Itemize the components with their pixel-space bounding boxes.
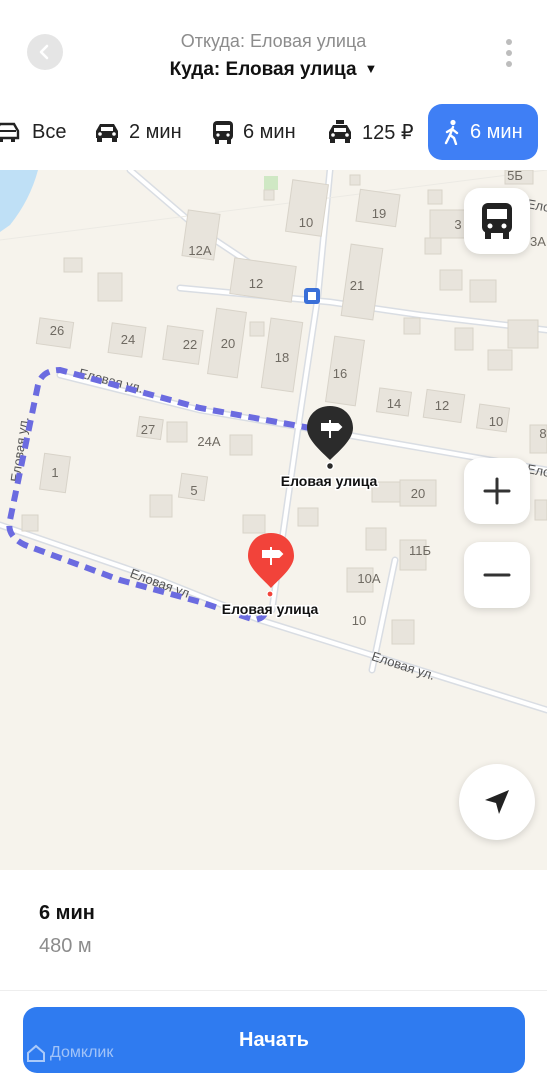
tab-walk[interactable]: 6 мин xyxy=(428,104,538,160)
house-number: 10А xyxy=(357,571,380,586)
map-view[interactable]: 10 19 12А 12 21 26 24 22 20 18 16 14 12 … xyxy=(0,170,547,870)
street-label: Еловая ул. xyxy=(370,648,437,683)
house-number: 21 xyxy=(350,278,364,293)
house-number: 12 xyxy=(249,276,263,291)
start-button-label: Начать xyxy=(239,1028,309,1051)
route-header: Откуда: Еловая улица Куда: Еловая улица ▼ xyxy=(0,0,547,100)
watermark-text: Домклик xyxy=(50,1044,114,1061)
caret-down-icon: ▼ xyxy=(364,61,378,76)
car-icon xyxy=(96,124,118,142)
house-number: 16 xyxy=(333,366,347,381)
minus-icon xyxy=(483,573,511,577)
tab-car[interactable]: 2 мин xyxy=(93,104,182,160)
tab-taxi[interactable]: 125 ₽ xyxy=(326,104,414,160)
tab-bus-label: 6 мин xyxy=(243,120,296,143)
house-number: 12 xyxy=(435,398,449,413)
start-navigation-button[interactable]: Начать xyxy=(23,1007,525,1073)
start-pin-label: Еловая улица xyxy=(281,473,378,489)
house-number: 11Б xyxy=(409,543,431,558)
house-number: 20 xyxy=(411,486,425,501)
transit-layer-button[interactable] xyxy=(464,188,530,254)
route-distance: 480 м xyxy=(39,935,92,957)
house-number: 3 xyxy=(454,217,461,232)
tab-all[interactable]: Все xyxy=(0,104,66,160)
house-number: 1 xyxy=(51,465,58,480)
zoom-out-button[interactable] xyxy=(464,542,530,608)
house-number: 12А xyxy=(188,243,211,258)
house-logo-icon xyxy=(27,1044,45,1062)
taxi-icon xyxy=(329,120,351,143)
transport-mode-tabs: Все 2 мин 6 мин 125 ₽ 6 мин xyxy=(0,100,547,170)
start-pin[interactable] xyxy=(307,406,353,471)
end-pin-label: Еловая улица xyxy=(222,601,319,617)
house-number: 22 xyxy=(183,337,197,352)
transport-icon xyxy=(0,122,20,142)
from-field[interactable]: Откуда: Еловая улица xyxy=(0,31,547,52)
zoom-in-button[interactable] xyxy=(464,458,530,524)
tab-car-label: 2 мин xyxy=(129,120,182,143)
my-location-button[interactable] xyxy=(459,764,535,840)
map-canvas: 10 19 12А 12 21 26 24 22 20 18 16 14 12 … xyxy=(0,170,547,714)
house-number: 14 xyxy=(387,396,401,411)
to-field[interactable]: Куда: Еловая улица ▼ xyxy=(0,59,547,81)
house-number: 19 xyxy=(372,206,386,221)
end-pin[interactable] xyxy=(248,533,294,598)
plus-icon xyxy=(483,477,511,505)
house-number: 24 xyxy=(121,332,135,347)
tab-all-label: Все xyxy=(32,120,67,143)
house-number: 26 xyxy=(50,323,64,338)
route-summary-panel: 6 мин 480 м Начать Домклик xyxy=(0,870,547,1080)
navigation-arrow-icon xyxy=(485,790,509,814)
tab-bus[interactable]: 6 мин xyxy=(211,104,296,160)
to-label: Куда: Еловая улица xyxy=(169,59,357,80)
house-number: 20 xyxy=(221,336,235,351)
house-number: 24А xyxy=(197,434,220,449)
route-time: 6 мин xyxy=(39,902,95,924)
house-number: 5 xyxy=(190,483,197,498)
divider xyxy=(0,990,547,991)
house-number: 8 xyxy=(539,426,546,441)
watermark: Домклик xyxy=(26,1044,113,1062)
walk-icon xyxy=(444,119,459,145)
tab-taxi-label: 125 ₽ xyxy=(362,121,414,144)
bus-icon xyxy=(213,121,233,144)
house-number: 5Б xyxy=(507,170,523,183)
bus-icon xyxy=(482,203,512,239)
house-number: 27 xyxy=(141,422,155,437)
tab-walk-label: 6 мин xyxy=(470,120,523,143)
more-options-button[interactable] xyxy=(500,36,518,70)
house-number: 10 xyxy=(352,613,366,628)
house-number: 3А xyxy=(530,234,546,249)
house-number: 10 xyxy=(489,414,503,429)
house-number: 18 xyxy=(275,350,289,365)
house-number: 10 xyxy=(299,215,313,230)
